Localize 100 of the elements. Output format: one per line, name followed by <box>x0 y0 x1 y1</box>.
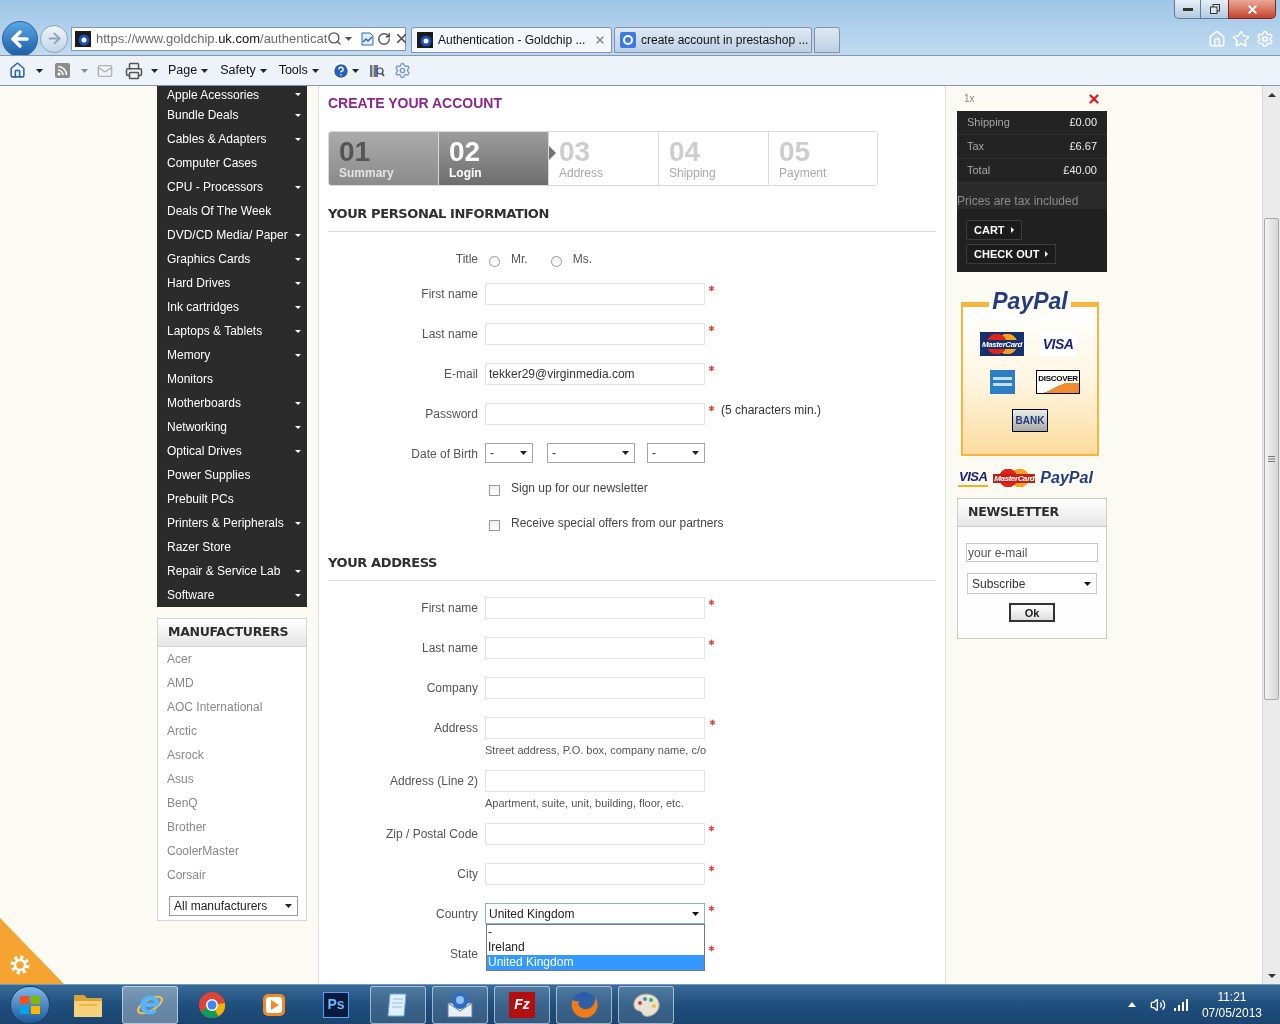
page-chart-icon[interactable] <box>361 31 375 46</box>
category-link[interactable]: Hard Drives <box>157 271 307 295</box>
category-link[interactable]: Prebuilt PCs <box>157 487 307 511</box>
date-select[interactable]: - <box>485 443 533 463</box>
checkbox[interactable] <box>489 520 500 531</box>
menu-button[interactable]: Tools <box>278 61 319 80</box>
close-tab-icon[interactable] <box>594 34 606 46</box>
help-icon[interactable] <box>331 61 350 80</box>
text-field[interactable] <box>485 823 705 845</box>
text-field[interactable] <box>485 283 705 305</box>
subscribe-select[interactable]: Subscribe <box>967 573 1097 594</box>
category-link[interactable]: Networking <box>157 415 307 439</box>
cart-button[interactable]: CART <box>966 220 1022 240</box>
cart-button[interactable]: CHECK OUT <box>966 244 1057 264</box>
category-link[interactable]: Monitors <box>157 367 307 391</box>
settings-icon[interactable] <box>393 62 411 79</box>
ok-button[interactable]: Ok <box>1009 603 1055 622</box>
text-field[interactable] <box>485 677 705 699</box>
taskbar-button[interactable]: Ps <box>308 985 364 1024</box>
category-link[interactable]: Laptops & Tablets <box>157 319 307 343</box>
text-field[interactable] <box>485 863 705 885</box>
category-link[interactable]: Optical Drives <box>157 439 307 463</box>
star-icon[interactable] <box>1232 29 1250 48</box>
remove-icon[interactable] <box>1087 91 1101 106</box>
printer-icon[interactable] <box>125 61 143 80</box>
manufacturer-link[interactable]: AMD <box>158 671 306 695</box>
signal-bars-icon[interactable] <box>1173 998 1188 1011</box>
category-link[interactable]: CPU - Processors <box>157 175 307 199</box>
category-link[interactable]: Graphics Cards <box>157 247 307 271</box>
scrollbar-thumb[interactable] <box>1264 218 1279 700</box>
book-magnifier-icon[interactable] <box>368 62 385 79</box>
manufacturer-link[interactable]: Arctic <box>158 719 306 743</box>
category-link[interactable]: Printers & Peripherals <box>157 511 307 535</box>
text-field[interactable] <box>485 323 705 345</box>
clock-date[interactable]: 07/05/2013 <box>1201 1004 1262 1021</box>
manufacturer-link[interactable]: Acer <box>158 647 306 671</box>
forward-button[interactable] <box>40 24 68 53</box>
speaker-icon[interactable] <box>1149 996 1166 1013</box>
manufacturer-link[interactable]: Asus <box>158 767 306 791</box>
home-icon[interactable] <box>9 62 26 79</box>
restore-button[interactable] <box>1201 0 1228 19</box>
text-field[interactable] <box>485 403 705 425</box>
category-link[interactable]: Memory <box>157 343 307 367</box>
summary-label: Total <box>967 163 991 179</box>
category-link[interactable]: Ink cartridges <box>157 295 307 319</box>
back-button[interactable] <box>2 20 38 57</box>
category-link[interactable]: Cables & Adapters <box>157 127 307 151</box>
category-link[interactable]: Apple Acessories <box>157 86 307 103</box>
category-link[interactable]: Deals Of The Week <box>157 199 307 223</box>
taskbar-button[interactable] <box>432 985 488 1024</box>
category-link[interactable]: Computer Cases <box>157 151 307 175</box>
date-select[interactable]: - <box>547 443 635 463</box>
manufacturer-link[interactable]: CoolerMaster <box>158 839 306 863</box>
manufacturer-select[interactable]: All manufacturers <box>169 896 298 916</box>
radio-button[interactable] <box>489 256 500 267</box>
rss-icon[interactable] <box>55 63 70 78</box>
category-link[interactable]: Power Supplies <box>157 463 307 487</box>
text-field[interactable] <box>485 597 705 619</box>
category-link[interactable]: Repair & Service Lab <box>157 559 307 583</box>
category-link[interactable]: DVD/CD Media/ Paper <box>157 223 307 247</box>
browser-tab[interactable]: create account in prestashop ... <box>614 27 812 53</box>
taskbar-button[interactable] <box>618 985 674 1024</box>
text-field[interactable] <box>485 637 705 659</box>
caret-icon <box>1084 581 1091 586</box>
manufacturer-link[interactable]: Brother <box>158 815 306 839</box>
category-link[interactable]: Bundle Deals <box>157 103 307 127</box>
clock-time[interactable]: 11:21 <box>1217 988 1247 1005</box>
manufacturer-link[interactable]: BenQ <box>158 791 306 815</box>
start-button[interactable] <box>10 985 50 1024</box>
text-field[interactable] <box>485 717 705 739</box>
manufacturer-link[interactable]: Asrock <box>158 743 306 767</box>
date-select[interactable]: - <box>647 443 705 463</box>
manufacturer-link[interactable]: Corsair <box>158 863 306 887</box>
email-field[interactable]: your e-mail <box>966 543 1098 562</box>
category-link[interactable]: Motherboards <box>157 391 307 415</box>
dropdown-option[interactable]: Ireland <box>487 940 704 955</box>
minimize-button[interactable] <box>1174 0 1201 19</box>
radio-button[interactable] <box>550 256 562 267</box>
category-link[interactable]: Razer Store <box>157 535 307 559</box>
checkbox[interactable] <box>489 485 500 496</box>
step-number: 02 <box>449 138 482 166</box>
refresh-icon[interactable] <box>377 31 392 46</box>
browser-tab[interactable]: Authentication - Goldchip ... <box>411 27 612 53</box>
menu-button[interactable]: Page <box>168 61 209 80</box>
country-select[interactable]: United Kingdom <box>485 903 705 924</box>
text-field[interactable] <box>485 770 705 792</box>
up-arrow-icon[interactable] <box>1127 1002 1136 1007</box>
address-field[interactable]: https://www.goldchip.uk.com/authenticat <box>71 26 406 51</box>
site-favicon-icon <box>75 30 91 47</box>
category-link[interactable]: Software <box>157 583 307 607</box>
text-field[interactable]: tekker29@virginmedia.com <box>485 363 705 385</box>
menu-button[interactable]: Safety <box>220 61 267 80</box>
search-icon[interactable] <box>327 31 343 46</box>
close-button[interactable] <box>1228 0 1276 19</box>
taskbar-button[interactable]: Fz <box>494 985 550 1024</box>
manufacturer-link[interactable]: AOC International <box>158 695 306 719</box>
dropdown-option[interactable]: - <box>487 925 704 940</box>
field-label: E-mail <box>444 366 478 383</box>
taskbar-button[interactable] <box>370 985 426 1024</box>
new-tab-button[interactable] <box>814 27 840 53</box>
